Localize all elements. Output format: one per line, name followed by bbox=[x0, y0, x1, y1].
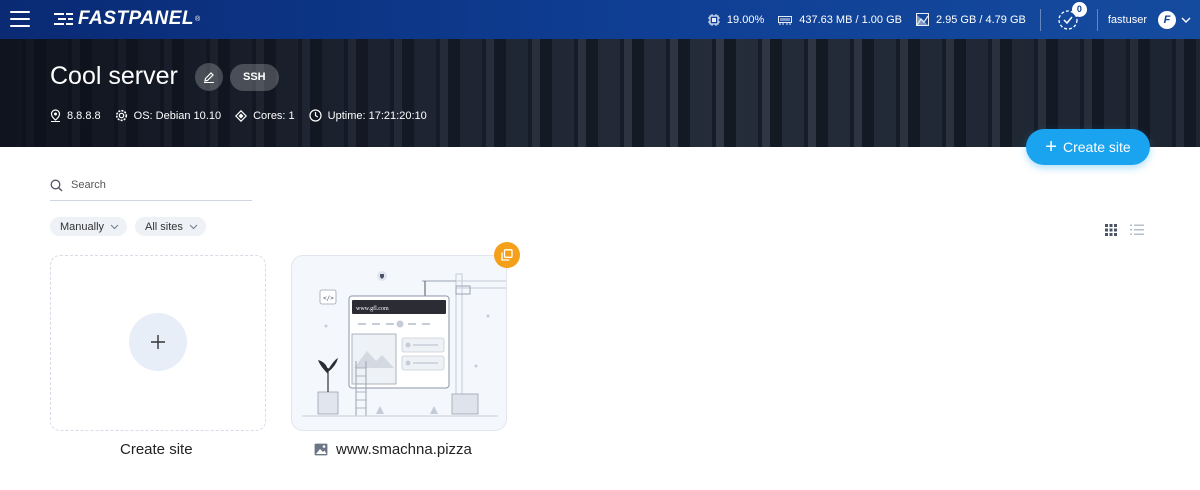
copy-icon bbox=[501, 249, 513, 261]
list-icon bbox=[1130, 224, 1144, 235]
site-card[interactable]: www.gfl.com </> bbox=[291, 255, 507, 431]
pencil-icon bbox=[204, 72, 214, 83]
ip-value: 8.8.8.8 bbox=[67, 109, 101, 122]
preview-url-text: www.gfl.com bbox=[356, 305, 389, 312]
chevron-down-icon bbox=[1181, 17, 1191, 23]
ssh-button[interactable]: SSH bbox=[230, 64, 279, 91]
plus-icon bbox=[151, 335, 165, 349]
create-site-button-label: Create site bbox=[1062, 139, 1131, 155]
server-title: Cool server bbox=[50, 62, 178, 90]
top-bar: FASTPANEL ® 19.00% 437.63 MB / 1.00 GB 2… bbox=[0, 0, 1200, 39]
plus-icon: + bbox=[1045, 136, 1057, 158]
server-rack-background bbox=[0, 39, 1200, 147]
uptime-value: Uptime: 17:21:20:10 bbox=[327, 109, 427, 122]
os-info: OS: Debian 10.10 bbox=[115, 109, 221, 122]
logo-registered: ® bbox=[195, 15, 201, 23]
cores-value: Cores: 1 bbox=[253, 109, 295, 122]
sort-dropdown-label: Manually bbox=[60, 220, 105, 233]
grid-view-button[interactable] bbox=[1105, 223, 1117, 241]
ip-info: 8.8.8.8 bbox=[50, 109, 101, 122]
chevron-down-icon bbox=[110, 224, 119, 229]
diamond-icon bbox=[235, 109, 248, 122]
scope-dropdown[interactable]: All sites bbox=[135, 217, 206, 236]
grid-icon bbox=[1105, 224, 1117, 236]
scope-dropdown-label: All sites bbox=[145, 220, 183, 233]
search-field[interactable] bbox=[50, 170, 252, 201]
uptime-info: Uptime: 17:21:20:10 bbox=[309, 109, 427, 122]
cpu-icon bbox=[707, 13, 720, 26]
server-header: Cool server SSH 8.8.8.8 OS: Debian 10.10… bbox=[0, 39, 1200, 147]
site-name: www.smachna.pizza bbox=[336, 441, 472, 458]
disk-icon bbox=[915, 13, 929, 26]
ram-value: 437.63 MB / 1.00 GB bbox=[799, 13, 902, 26]
logo-mark-icon bbox=[54, 13, 73, 25]
divider bbox=[1039, 8, 1041, 31]
logo[interactable]: FASTPANEL ® bbox=[54, 8, 201, 29]
disk-stat: 2.95 GB / 4.79 GB bbox=[915, 13, 1026, 26]
username: fastuser bbox=[1107, 13, 1147, 26]
menu-icon[interactable] bbox=[10, 11, 30, 27]
server-meta: 8.8.8.8 OS: Debian 10.10 Cores: 1 Uptime… bbox=[50, 109, 441, 122]
search-input[interactable] bbox=[71, 179, 241, 191]
site-name-link[interactable]: www.smachna.pizza bbox=[314, 441, 472, 458]
ram-stat: 437.63 MB / 1.00 GB bbox=[778, 14, 902, 26]
svg-text:</>: </> bbox=[323, 295, 334, 302]
logo-text: FASTPANEL bbox=[78, 8, 195, 29]
site-preview-illustration: www.gfl.com </> bbox=[302, 271, 506, 417]
create-site-button[interactable]: + Create site bbox=[1026, 129, 1150, 165]
tasks-button[interactable]: 0 bbox=[1057, 1, 1087, 31]
avatar: F bbox=[1158, 10, 1176, 29]
memory-icon bbox=[778, 15, 793, 25]
gear-icon bbox=[115, 109, 127, 122]
cpu-stat: 19.00% bbox=[707, 13, 765, 26]
search-icon bbox=[50, 179, 63, 191]
edit-server-button[interactable] bbox=[195, 63, 223, 91]
sort-dropdown[interactable]: Manually bbox=[50, 217, 128, 236]
clock-icon bbox=[309, 109, 322, 122]
cpu-value: 19.00% bbox=[726, 13, 765, 26]
create-site-card-label: Create site bbox=[120, 441, 193, 458]
user-menu[interactable]: fastuser F bbox=[1107, 10, 1191, 29]
os-value: OS: Debian 10.10 bbox=[133, 109, 222, 122]
location-pin-icon bbox=[50, 109, 61, 122]
chevron-down-icon bbox=[189, 224, 198, 229]
add-site-button[interactable] bbox=[129, 313, 187, 371]
tasks-count-badge: 0 bbox=[1071, 1, 1087, 17]
divider bbox=[1096, 8, 1098, 31]
disk-value: 2.95 GB / 4.79 GB bbox=[935, 13, 1026, 26]
resource-stats: 19.00% 437.63 MB / 1.00 GB 2.95 GB / 4.7… bbox=[707, 0, 1200, 39]
cores-info: Cores: 1 bbox=[235, 109, 295, 122]
copy-site-button[interactable] bbox=[494, 242, 520, 268]
list-view-button[interactable] bbox=[1130, 223, 1144, 241]
image-icon bbox=[314, 443, 328, 456]
